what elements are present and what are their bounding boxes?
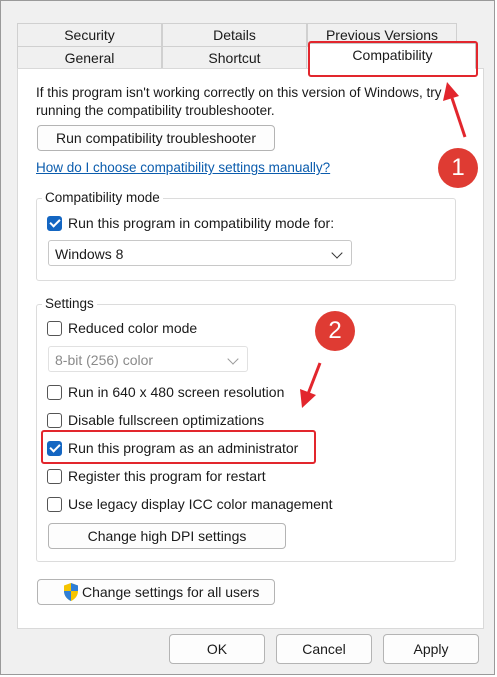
reduced-color-label: Reduced color mode (68, 320, 198, 336)
chevron-down-icon (331, 247, 343, 259)
chevron-down-icon (227, 353, 239, 365)
cancel-button[interactable]: Cancel (276, 634, 372, 664)
color-depth-value: 8-bit (256) color (55, 352, 154, 368)
tab-general[interactable]: General (17, 46, 162, 68)
ok-button[interactable]: OK (169, 634, 265, 664)
compat-mode-checkbox[interactable] (47, 216, 62, 231)
high-dpi-button[interactable]: Change high DPI settings (48, 523, 286, 549)
tab-security[interactable]: Security (17, 23, 162, 47)
tab-details[interactable]: Details (162, 23, 307, 47)
compatibility-tab-highlight (308, 41, 478, 77)
reduced-color-checkbox[interactable] (47, 321, 62, 336)
os-select-value: Windows 8 (55, 246, 124, 262)
step-2-badge: 2 (315, 311, 355, 351)
settings-title: Settings (42, 296, 97, 311)
help-link[interactable]: How do I choose compatibility settings m… (36, 160, 330, 175)
os-select[interactable]: Windows 8 (48, 240, 352, 266)
all-users-button[interactable]: Change settings for all users (37, 579, 275, 605)
apply-button[interactable]: Apply (383, 634, 479, 664)
run-troubleshooter-button[interactable]: Run compatibility troubleshooter (37, 125, 275, 151)
intro-text: If this program isn't working correctly … (36, 85, 442, 118)
legacy-icc-label: Use legacy display ICC color management (68, 496, 333, 512)
tab-shortcut[interactable]: Shortcut (162, 46, 307, 68)
step-1-badge: 1 (438, 148, 478, 188)
compat-mode-title: Compatibility mode (42, 190, 163, 205)
fullscreen-opt-label: Disable fullscreen optimizations (68, 412, 265, 428)
all-users-label: Change settings for all users (82, 584, 260, 600)
register-restart-label: Register this program for restart (68, 468, 266, 484)
shield-icon (64, 583, 78, 601)
fullscreen-opt-checkbox[interactable] (47, 413, 62, 428)
run-admin-highlight (41, 430, 316, 464)
register-restart-checkbox[interactable] (47, 469, 62, 484)
res-640-checkbox[interactable] (47, 385, 62, 400)
res-640-label: Run in 640 x 480 screen resolution (68, 384, 285, 400)
color-depth-select[interactable]: 8-bit (256) color (48, 346, 248, 372)
compat-mode-label: Run this program in compatibility mode f… (68, 215, 335, 231)
legacy-icc-checkbox[interactable] (47, 497, 62, 512)
